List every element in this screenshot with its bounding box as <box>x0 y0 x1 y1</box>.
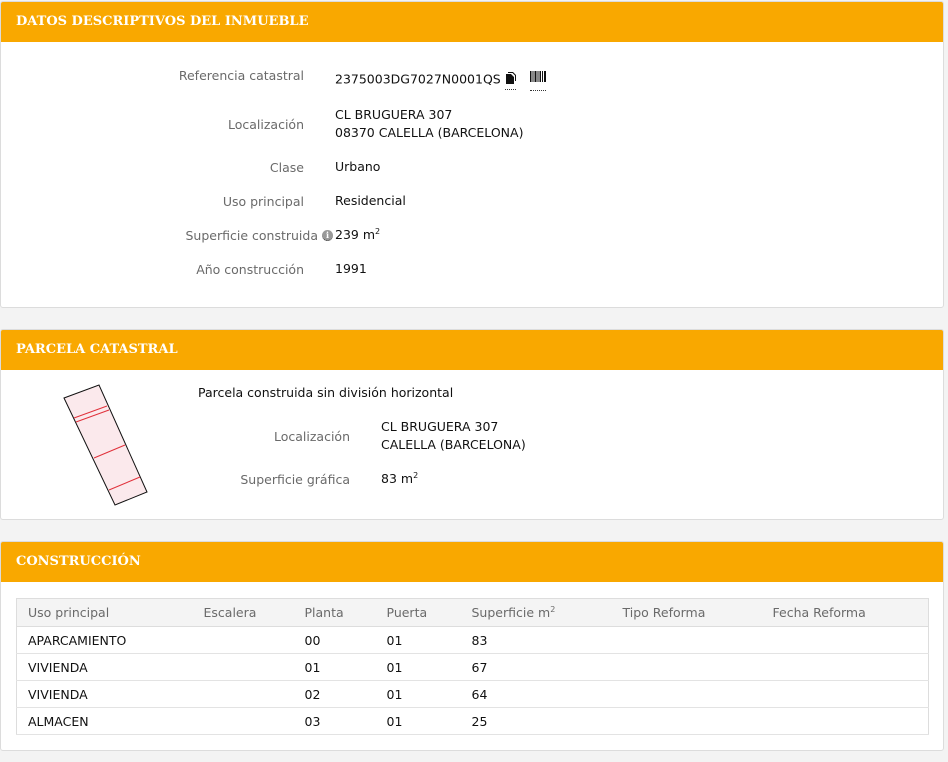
table-row: VIVIENDA 02 01 64 <box>16 680 929 708</box>
cell-escalera <box>192 680 294 708</box>
cell-planta: 02 <box>293 680 376 708</box>
referencia-catastral-label: Referencia catastral <box>178 68 304 83</box>
column-header-puerta: Puerta <box>375 598 461 627</box>
cell-superficie: 25 <box>460 707 612 735</box>
parcel-shape <box>63 384 148 506</box>
column-header-tipo-reforma: Tipo Reforma <box>611 598 762 627</box>
cell-uso: ALMACEN <box>16 707 193 735</box>
cell-fecha-reforma <box>761 707 929 735</box>
parcela-localizacion-label: Localización <box>273 429 350 444</box>
cell-planta: 00 <box>293 626 376 654</box>
cell-uso: APARCAMIENTO <box>16 626 193 654</box>
parcela-catastral-header: PARCELA CATASTRAL <box>1 330 943 370</box>
superficie-grafica-number: 83 m <box>381 471 414 486</box>
barcode-icon[interactable] <box>529 69 546 91</box>
localizacion-label: Localización <box>227 117 304 132</box>
parcela-localizacion-line2: CALELLA (BARCELONA) <box>381 437 526 452</box>
cell-escalera <box>192 707 294 735</box>
cell-escalera <box>192 626 294 654</box>
column-header-planta: Planta <box>293 598 376 627</box>
cell-superficie: 67 <box>460 653 612 681</box>
superficie-construida-number: 239 m <box>335 227 376 242</box>
parcela-localizacion-line1: CL BRUGUERA 307 <box>381 419 499 434</box>
cell-superficie: 83 <box>460 626 612 654</box>
cell-puerta: 01 <box>375 707 461 735</box>
column-header-superficie: Superficie m2 <box>460 598 612 627</box>
clase-value: Urbano <box>335 159 381 174</box>
cell-uso: VIVIENDA <box>16 653 193 681</box>
cell-uso: VIVIENDA <box>16 680 193 708</box>
datos-descriptivos-header: DATOS DESCRIPTIVOS DEL INMUEBLE <box>1 2 943 42</box>
clase-label: Clase <box>269 160 304 175</box>
parcela-catastral-panel: PARCELA CATASTRAL Parcela construida sin… <box>0 329 944 520</box>
cell-tipo-reforma <box>611 626 762 654</box>
table-row: ALMACEN 03 01 25 <box>16 707 929 735</box>
cell-superficie: 64 <box>460 680 612 708</box>
table-header-row: Uso principal Escalera Planta Puerta Sup… <box>16 598 929 627</box>
anio-construccion-label: Año construcción <box>196 262 304 277</box>
cell-fecha-reforma <box>761 653 929 681</box>
superficie-construida-text: Superficie construida <box>185 228 319 243</box>
uso-principal-label: Uso principal <box>222 194 304 209</box>
construccion-table: Uso principal Escalera Planta Puerta Sup… <box>16 598 929 735</box>
cell-puerta: 01 <box>375 626 461 654</box>
column-header-superficie-exp: 2 <box>550 604 556 614</box>
column-header-fecha-reforma: Fecha Reforma <box>761 598 929 627</box>
superficie-grafica-exp: 2 <box>413 470 419 480</box>
uso-principal-value: Residencial <box>335 193 406 208</box>
superficie-construida-value: 239 m2 <box>335 226 380 244</box>
referencia-catastral-text: 2375003DG7027N0001QS <box>335 71 501 87</box>
anio-construccion-value: 1991 <box>335 261 367 276</box>
referencia-catastral-value: 2375003DG7027N0001QS <box>335 69 546 91</box>
cell-puerta: 01 <box>375 653 461 681</box>
construccion-header: CONSTRUCCIÓN <box>1 542 943 582</box>
superficie-grafica-value: 83 m2 <box>381 470 418 488</box>
cell-puerta: 01 <box>375 680 461 708</box>
cell-tipo-reforma <box>611 680 762 708</box>
construccion-panel: CONSTRUCCIÓN Uso principal Escalera Plan… <box>0 541 944 751</box>
cell-escalera <box>192 653 294 681</box>
info-icon[interactable]: i <box>322 230 333 241</box>
cell-tipo-reforma <box>611 653 762 681</box>
parcela-descripcion: Parcela construida sin división horizont… <box>198 385 454 400</box>
superficie-construida-exp: 2 <box>375 226 381 236</box>
parcel-map-thumbnail[interactable] <box>51 380 161 510</box>
copy-icon[interactable] <box>504 71 516 90</box>
cell-planta: 03 <box>293 707 376 735</box>
column-header-uso: Uso principal <box>16 598 193 627</box>
column-header-escalera: Escalera <box>192 598 294 627</box>
cell-fecha-reforma <box>761 680 929 708</box>
table-row: VIVIENDA 01 01 67 <box>16 653 929 681</box>
superficie-grafica-label: Superficie gráfica <box>240 472 350 487</box>
datos-descriptivos-panel: DATOS DESCRIPTIVOS DEL INMUEBLE Referenc… <box>0 1 944 308</box>
superficie-construida-label: Superficie construida i <box>185 228 333 243</box>
cell-tipo-reforma <box>611 707 762 735</box>
parcela-localizacion-value: CL BRUGUERA 307 CALELLA (BARCELONA) <box>381 418 526 454</box>
column-header-superficie-text: Superficie m <box>471 605 551 620</box>
localizacion-line1: CL BRUGUERA 307 <box>335 107 453 122</box>
cell-fecha-reforma <box>761 626 929 654</box>
cell-planta: 01 <box>293 653 376 681</box>
table-row: APARCAMIENTO 00 01 83 <box>16 626 929 654</box>
localizacion-line2: 08370 CALELLA (BARCELONA) <box>335 125 524 140</box>
localizacion-value: CL BRUGUERA 307 08370 CALELLA (BARCELONA… <box>335 106 523 142</box>
